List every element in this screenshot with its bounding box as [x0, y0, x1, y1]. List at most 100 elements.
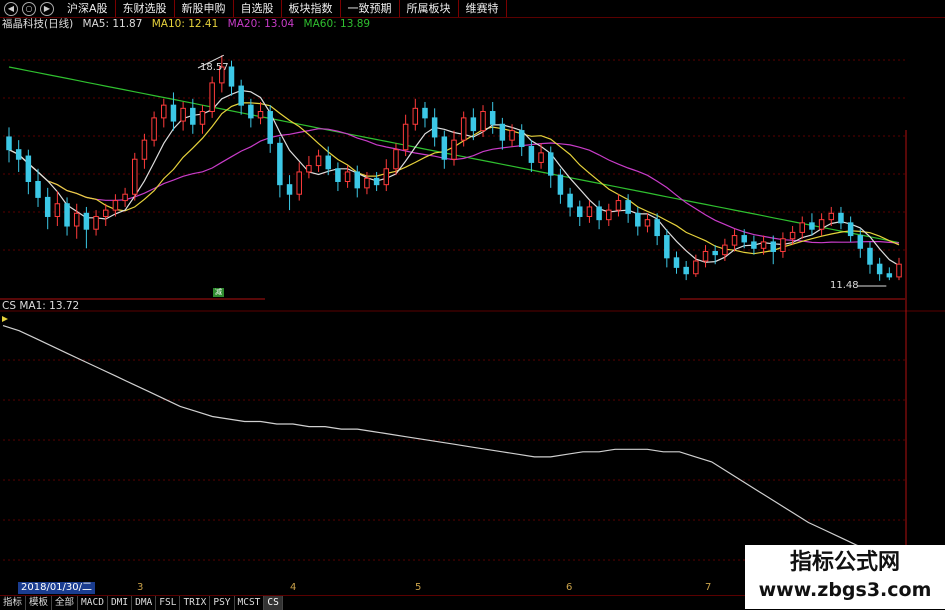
- tab-dmi[interactable]: DMI: [108, 596, 133, 610]
- candle-down: [354, 171, 361, 189]
- candle-up: [615, 200, 622, 211]
- candle-down: [751, 241, 757, 249]
- candle-down: [712, 250, 718, 256]
- candle-up: [451, 139, 457, 160]
- candle-down: [518, 130, 525, 148]
- candle-down: [867, 247, 873, 265]
- candle-up: [412, 107, 419, 125]
- candle-up: [789, 231, 796, 240]
- candle-up: [818, 219, 825, 230]
- cursor-date: 2018/01/30/二: [18, 582, 96, 594]
- tab-all[interactable]: 全部: [52, 596, 79, 610]
- candle-up: [132, 158, 138, 195]
- x-tick-label: 5: [415, 582, 422, 593]
- candle-up: [606, 209, 612, 221]
- candle-down: [683, 266, 689, 275]
- watermark: 指标公式网 www.zbgs3.com: [745, 545, 945, 609]
- candle-down: [635, 212, 641, 227]
- candle-down: [596, 206, 602, 221]
- candle-down: [25, 155, 32, 182]
- candle-up: [151, 117, 157, 141]
- candle-up: [402, 123, 409, 151]
- candle-down: [838, 212, 844, 224]
- candle-up: [122, 193, 128, 202]
- high-price-label: 18.57: [200, 62, 229, 73]
- candle-down: [335, 168, 341, 182]
- x-tick-label: 3: [137, 582, 144, 593]
- candle-up: [799, 222, 806, 233]
- tab-mcst[interactable]: MCST: [235, 596, 265, 610]
- candle-down: [44, 196, 51, 217]
- cs-marker-icon: [2, 316, 8, 322]
- candle-up: [896, 263, 902, 278]
- candle-up: [480, 111, 486, 132]
- candle-down: [228, 66, 235, 87]
- candle-up: [693, 260, 699, 275]
- candle-up: [315, 155, 322, 167]
- candle-up: [161, 104, 167, 119]
- candle-up: [54, 203, 61, 217]
- tab-psy[interactable]: PSY: [210, 596, 235, 610]
- candle-down: [557, 174, 564, 195]
- candle-down: [528, 146, 535, 163]
- candle-down: [170, 104, 177, 122]
- signal-marker: 减: [213, 288, 224, 297]
- tab-cs[interactable]: CS: [264, 596, 283, 610]
- candle-down: [286, 184, 293, 195]
- tab-template[interactable]: 模板: [26, 596, 53, 610]
- candle-down: [422, 107, 428, 119]
- candle-down: [83, 212, 90, 230]
- candle-up: [93, 215, 99, 230]
- candle-up: [731, 235, 738, 246]
- watermark-url: www.zbgs3.com: [758, 579, 932, 601]
- candle-up: [644, 219, 651, 227]
- candle-up: [257, 111, 264, 119]
- candle-down: [499, 123, 506, 141]
- candle-down: [664, 235, 670, 259]
- candle-down: [267, 111, 273, 144]
- candle-up: [306, 165, 312, 173]
- candle-up: [199, 111, 206, 125]
- candle-down: [431, 117, 438, 138]
- candle-down: [547, 152, 554, 176]
- candle-down: [277, 142, 283, 186]
- ma5-line: [8, 89, 900, 267]
- candle-up: [393, 149, 399, 170]
- tab-macd[interactable]: MACD: [78, 596, 108, 610]
- x-tick-label: 4: [290, 582, 297, 593]
- tab-fsl[interactable]: FSL: [156, 596, 181, 610]
- cs-indicator-label: CS MA1: 13.72: [2, 300, 80, 312]
- x-tick-label: 7: [705, 582, 712, 593]
- candle-up: [180, 107, 186, 122]
- candle-down: [238, 85, 244, 106]
- candle-down: [6, 136, 12, 151]
- candle-up: [383, 168, 390, 186]
- candle-down: [64, 203, 70, 227]
- tab-trix[interactable]: TRIX: [180, 596, 211, 610]
- x-tick-label: 6: [566, 582, 573, 593]
- low-price-label: 11.48: [830, 280, 859, 291]
- candle-up: [586, 206, 593, 217]
- kline-chart[interactable]: [0, 0, 945, 595]
- candle-down: [190, 107, 196, 125]
- candle-down: [741, 235, 747, 243]
- candle-up: [364, 177, 370, 189]
- candle-down: [470, 117, 477, 132]
- candle-down: [886, 273, 893, 278]
- candle-up: [344, 171, 351, 182]
- candle-down: [567, 193, 573, 208]
- candle-up: [760, 241, 767, 249]
- candle-up: [102, 209, 109, 217]
- candle-down: [770, 241, 776, 252]
- candle-down: [673, 257, 680, 268]
- cs-line: [2, 325, 906, 561]
- candle-down: [857, 235, 864, 249]
- tab-dma[interactable]: DMA: [132, 596, 157, 610]
- candle-up: [141, 139, 148, 160]
- candle-down: [577, 206, 583, 217]
- candle-up: [702, 250, 709, 262]
- tab-indicator[interactable]: 指标: [0, 596, 27, 610]
- candle-down: [809, 222, 815, 230]
- candle-up: [828, 212, 835, 221]
- candle-down: [441, 136, 448, 160]
